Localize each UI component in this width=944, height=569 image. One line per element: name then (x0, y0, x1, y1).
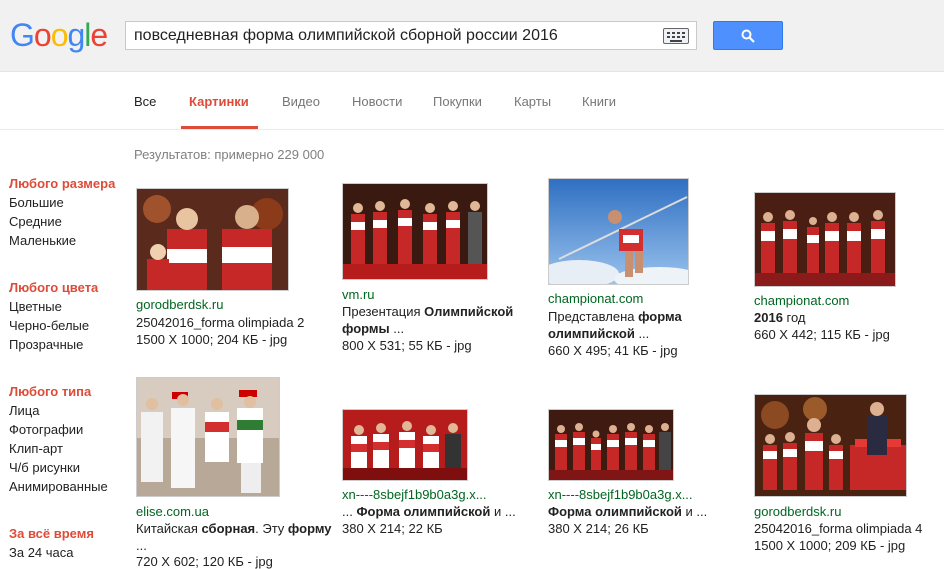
result-caption[interactable]: олимпийской ... (548, 325, 649, 342)
filter-type-clipart[interactable]: Клип-арт (9, 441, 63, 456)
search-button[interactable] (713, 21, 783, 50)
result-caption[interactable]: ... (136, 537, 147, 554)
result-caption[interactable]: Презентация Олимпийской (342, 303, 513, 320)
result-source[interactable]: xn----8sbejf1b9b0a3g.x... (548, 487, 693, 502)
result-thumbnail[interactable] (342, 409, 468, 481)
result-thumbnail[interactable] (342, 183, 488, 280)
search-input[interactable] (134, 26, 654, 46)
result-meta: 660 X 495; 41 КБ - jpg (548, 343, 678, 358)
google-logo[interactable]: Google (10, 17, 108, 54)
filter-type-heading[interactable]: Любого типа (9, 384, 91, 399)
result-thumbnail[interactable] (754, 394, 907, 497)
filter-color-bw[interactable]: Черно-белые (9, 318, 89, 333)
result-caption[interactable]: Форма олимпийской и ... (548, 503, 707, 520)
result-source[interactable]: gorodberdsk.ru (136, 297, 223, 312)
tab-shopping[interactable]: Покупки (433, 94, 482, 109)
result-caption[interactable]: Представлена форма (548, 308, 682, 325)
logo-letter: G (10, 17, 35, 53)
result-meta: 380 X 214; 22 КБ (342, 521, 443, 536)
tab-images[interactable]: Картинки (189, 94, 249, 109)
result-caption[interactable]: 25042016_forma olimpiada 4 (754, 520, 922, 537)
search-tabs: Все Картинки Видео Новости Покупки Карты… (0, 72, 944, 130)
filter-size-heading[interactable]: Любого размера (9, 176, 115, 191)
result-meta: 660 X 442; 115 КБ - jpg (754, 327, 890, 342)
keyboard-icon[interactable] (663, 28, 689, 44)
result-thumbnail[interactable] (136, 188, 289, 291)
result-meta: 1500 X 1000; 204 КБ - jpg (136, 332, 288, 347)
logo-letter: e (90, 17, 108, 53)
result-meta: 380 X 214; 26 КБ (548, 521, 649, 536)
result-meta: 800 X 531; 55 КБ - jpg (342, 338, 472, 353)
result-caption[interactable]: 25042016_forma olimpiada 2 (136, 314, 304, 331)
results-count: Результатов: примерно 229 000 (134, 147, 325, 162)
filter-size-large[interactable]: Большие (9, 195, 64, 210)
result-source[interactable]: championat.com (754, 293, 849, 308)
filter-size-medium[interactable]: Средние (9, 214, 62, 229)
tab-news[interactable]: Новости (352, 94, 402, 109)
filter-color-color[interactable]: Цветные (9, 299, 62, 314)
tab-all[interactable]: Все (134, 94, 156, 109)
header: Google (0, 0, 944, 72)
filter-size-small[interactable]: Маленькие (9, 233, 76, 248)
result-source[interactable]: championat.com (548, 291, 643, 306)
result-caption[interactable]: 2016 год (754, 309, 806, 326)
tab-maps[interactable]: Карты (514, 94, 551, 109)
logo-letter: g (67, 17, 85, 53)
tab-books[interactable]: Книги (582, 94, 616, 109)
filter-type-animated[interactable]: Анимированные (9, 479, 108, 494)
logo-letter: o (50, 17, 69, 53)
tab-video[interactable]: Видео (282, 94, 320, 109)
filter-time-heading[interactable]: За всё время (9, 526, 94, 541)
filter-type-lineart[interactable]: Ч/б рисунки (9, 460, 80, 475)
result-source[interactable]: xn----8sbejf1b9b0a3g.x... (342, 487, 487, 502)
result-source[interactable]: vm.ru (342, 287, 375, 302)
result-meta: 1500 X 1000; 209 КБ - jpg (754, 538, 906, 553)
result-caption[interactable]: Китайская сборная. Эту форму (136, 520, 332, 537)
active-tab-indicator (181, 126, 258, 129)
result-thumbnail[interactable] (548, 409, 674, 481)
result-meta: 720 X 602; 120 КБ - jpg (136, 554, 273, 569)
result-thumbnail[interactable] (548, 178, 689, 285)
filter-type-faces[interactable]: Лица (9, 403, 39, 418)
filter-color-transparent[interactable]: Прозрачные (9, 337, 83, 352)
search-box (125, 21, 697, 50)
filter-type-photos[interactable]: Фотографии (9, 422, 83, 437)
result-caption[interactable]: формы ... (342, 320, 404, 337)
filter-color-heading[interactable]: Любого цвета (9, 280, 98, 295)
result-caption[interactable]: ... Форма олимпийской и ... (342, 503, 516, 520)
result-thumbnail[interactable] (754, 192, 896, 287)
result-source[interactable]: gorodberdsk.ru (754, 504, 841, 519)
result-thumbnail[interactable] (136, 377, 280, 497)
filter-time-24h[interactable]: За 24 часа (9, 545, 74, 560)
result-source[interactable]: elise.com.ua (136, 504, 209, 519)
search-icon (741, 29, 755, 43)
logo-letter: o (33, 17, 52, 53)
